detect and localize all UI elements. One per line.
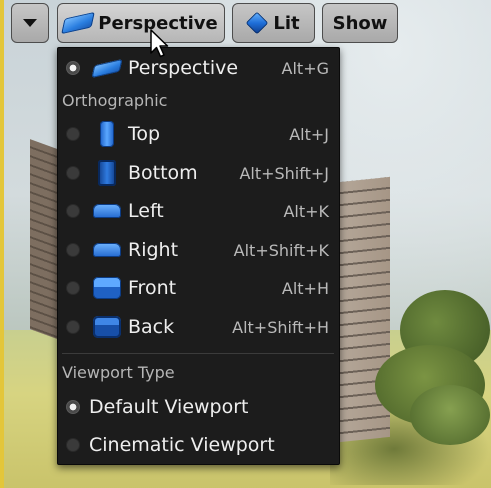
radio-unselected-icon [66,281,80,295]
menu-item-cinematic-viewport[interactable]: Cinematic Viewport [58,427,339,463]
bottom-view-icon [92,158,122,188]
top-view-icon [92,119,122,149]
menu-item-shortcut: Alt+H [281,278,329,298]
radio-selected-icon [66,61,80,75]
radio-unselected-icon [66,166,80,180]
lit-cube-icon [246,11,269,35]
menu-item-label: Default Viewport [89,396,249,418]
menu-item-front[interactable]: Front Alt+H [58,270,339,306]
menu-item-default-viewport[interactable]: Default Viewport [58,389,339,425]
menu-item-label: Right [128,239,179,261]
bush-foliage [410,385,490,445]
perspective-view-icon [61,11,96,35]
view-mode-dropdown-menu: Perspective Alt+G Orthographic Top Alt+J… [57,47,340,465]
menu-item-label: Cinematic Viewport [89,434,275,456]
menu-item-label: Back [128,316,175,338]
lit-view-mode-button[interactable]: Lit [232,3,315,43]
radio-unselected-icon [66,438,80,452]
menu-item-shortcut: Alt+K [283,201,329,221]
right-view-icon [92,235,122,265]
menu-item-label: Top [128,123,161,145]
menu-item-shortcut: Alt+G [281,58,329,78]
menu-item-label: Front [128,277,177,299]
radio-unselected-icon [66,320,80,334]
viewport-left-border [0,0,4,488]
menu-item-left[interactable]: Left Alt+K [58,193,339,229]
lit-label: Lit [273,12,300,34]
perspective-view-icon [91,53,123,83]
caret-down-icon [23,19,37,27]
show-flags-button[interactable]: Show [322,3,398,43]
mouse-cursor-icon [150,29,169,58]
radio-unselected-icon [66,204,80,218]
front-view-icon [92,273,122,303]
menu-separator [62,353,334,354]
menu-item-right[interactable]: Right Alt+Shift+K [58,232,339,268]
back-view-icon [92,312,122,342]
menu-item-label: Bottom [128,162,198,184]
section-header-orthographic: Orthographic [62,91,168,110]
menu-item-label: Perspective [128,57,239,79]
radio-selected-icon [66,400,80,414]
menu-item-label: Left [128,200,164,222]
radio-unselected-icon [66,127,80,141]
view-mode-perspective-button[interactable]: Perspective [57,3,225,43]
section-header-viewport-type: Viewport Type [62,363,175,382]
menu-item-bottom[interactable]: Bottom Alt+Shift+J [58,155,339,191]
menu-item-shortcut: Alt+J [289,124,329,144]
menu-item-shortcut: Alt+Shift+K [233,240,329,260]
radio-unselected-icon [66,243,80,257]
left-view-icon [92,196,122,226]
menu-item-perspective[interactable]: Perspective Alt+G [58,50,339,86]
menu-item-top[interactable]: Top Alt+J [58,116,339,152]
show-label: Show [332,12,388,34]
menu-item-shortcut: Alt+Shift+J [239,163,329,183]
menu-item-shortcut: Alt+Shift+H [232,317,329,337]
viewport-options-button[interactable] [11,3,49,43]
menu-item-back[interactable]: Back Alt+Shift+H [58,309,339,345]
